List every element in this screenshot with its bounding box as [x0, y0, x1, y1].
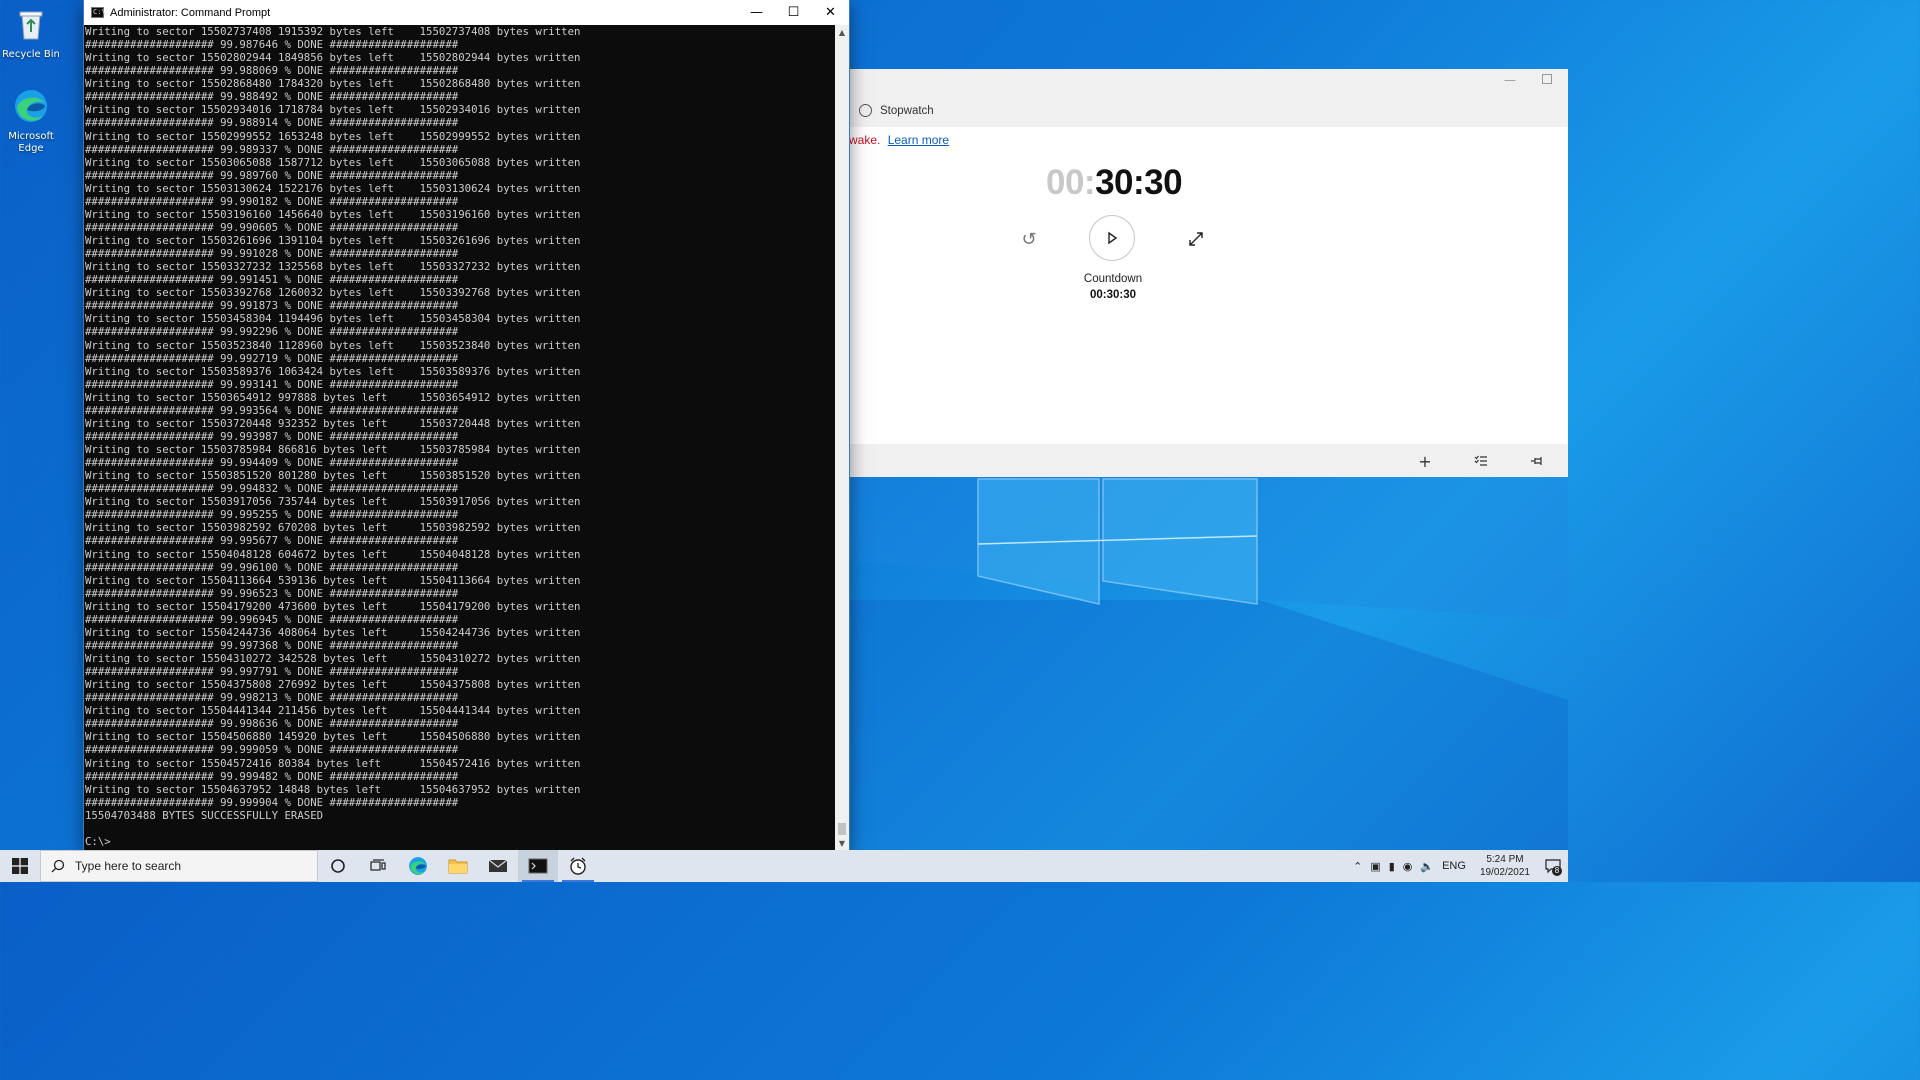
checklist-icon	[1474, 455, 1487, 466]
maximize-icon: ☐	[787, 5, 800, 20]
taskbar-search-box[interactable]: Type here to search	[40, 850, 318, 882]
expand-icon	[1189, 232, 1203, 246]
desktop-icon-label: Microsoft Edge	[8, 131, 54, 154]
edit-timers-button[interactable]	[1469, 451, 1493, 471]
recycle-bin-icon	[19, 11, 43, 40]
cmd-app-icon: C:\	[91, 7, 106, 18]
keep-awake-notice: wake. Learn more	[849, 133, 949, 147]
cortana-button[interactable]	[318, 850, 358, 882]
system-tray: ⌃ ▣ ▮ ◉ 🔈 ENG 5:24 PM 19/02/2021 8	[1349, 850, 1568, 882]
pin-button[interactable]	[1525, 451, 1549, 471]
desktop-icon-label: Recycle Bin	[2, 49, 60, 60]
timer-value: 00:30:30	[1089, 289, 1137, 301]
close-icon: ✕	[825, 5, 836, 20]
scroll-up-icon[interactable]: ▲	[835, 25, 849, 39]
alarms-clock-window: — Stopwatch wake. Learn more 00:30:30 ↺ …	[849, 69, 1568, 477]
tab-stopwatch-label: Stopwatch	[880, 104, 934, 117]
windows-logo-wallpaper	[977, 478, 1258, 605]
action-center-button[interactable]: 8	[1538, 850, 1568, 882]
taskbar: Type here to search ⌃ ▣ ▮ ◉ 🔈 ENG 5:24 P…	[0, 850, 1568, 882]
cmd-minimize-button[interactable]: —	[738, 0, 775, 25]
clock-title-bar: — Stopwatch	[849, 69, 1568, 127]
clock-maximize-button[interactable]	[1542, 74, 1552, 84]
cmd-icon	[528, 858, 548, 874]
cmd-console-output[interactable]: Writing to sector 15502737408 1915392 by…	[84, 25, 835, 850]
reset-button[interactable]: ↺	[1019, 228, 1039, 250]
notification-count-badge: 8	[1552, 866, 1562, 876]
meet-now-icon[interactable]: ▣	[1370, 860, 1380, 873]
mail-icon	[488, 859, 508, 872]
cmd-close-button[interactable]: ✕	[812, 0, 849, 25]
desktop-icon-recycle-bin[interactable]: Recycle Bin	[0, 6, 62, 61]
timer-name: Countdown	[1083, 273, 1143, 285]
alarm-clock-icon	[570, 857, 586, 875]
timer-display: 00:30:30	[1046, 163, 1183, 203]
folder-icon	[448, 859, 468, 874]
taskbar-clock[interactable]: 5:24 PM 19/02/2021	[1480, 853, 1530, 879]
task-view-icon	[370, 859, 386, 871]
cmd-window-title: Administrator: Command Prompt	[110, 6, 271, 19]
desktop-icon-edge[interactable]: Microsoft Edge	[0, 88, 62, 155]
expand-button[interactable]	[1186, 229, 1206, 249]
taskbar-file-explorer-button[interactable]	[438, 850, 478, 882]
volume-icon[interactable]: 🔈	[1420, 860, 1434, 873]
play-button[interactable]	[1089, 215, 1135, 261]
taskbar-date: 19/02/2021	[1479, 867, 1530, 878]
cmd-scrollbar[interactable]: ▲ ▼	[835, 25, 849, 850]
task-view-button[interactable]	[358, 850, 398, 882]
timer-hours: 00:	[1046, 163, 1096, 202]
windows-start-icon	[12, 858, 28, 874]
stopwatch-icon	[859, 104, 872, 117]
taskbar-edge-button[interactable]	[398, 850, 438, 882]
taskbar-mail-button[interactable]	[478, 850, 518, 882]
add-timer-button[interactable]: +	[1413, 451, 1437, 471]
plus-icon: +	[1418, 451, 1432, 471]
reset-icon: ↺	[1021, 228, 1037, 250]
pin-icon	[1531, 457, 1542, 465]
input-language[interactable]: ENG	[1442, 860, 1466, 872]
cmd-window-controls: — ☐ ✕	[738, 0, 849, 25]
play-icon	[1108, 231, 1118, 245]
show-hidden-icons-button[interactable]: ⌃	[1353, 860, 1362, 873]
search-icon	[51, 859, 65, 873]
scroll-thumb[interactable]	[838, 823, 846, 835]
taskbar-alarms-clock-button[interactable]	[558, 850, 598, 882]
tab-stopwatch[interactable]: Stopwatch	[859, 104, 934, 117]
edge-icon	[409, 857, 427, 875]
start-button[interactable]	[0, 850, 40, 882]
command-prompt-window: C:\ Administrator: Command Prompt — ☐ ✕ …	[84, 0, 849, 850]
cortana-icon	[331, 859, 345, 873]
scroll-down-icon[interactable]: ▼	[835, 836, 849, 850]
console-text: Writing to sector 15502737408 1915392 by…	[85, 25, 581, 848]
timer-minutes-seconds: 30:30	[1095, 163, 1183, 202]
taskbar-time: 5:24 PM	[1486, 854, 1524, 865]
active-indicator	[562, 880, 594, 882]
cmd-title-bar[interactable]: C:\ Administrator: Command Prompt — ☐ ✕	[84, 0, 849, 25]
search-placeholder: Type here to search	[75, 859, 182, 873]
taskbar-cmd-button[interactable]	[518, 850, 558, 882]
battery-icon[interactable]: ▮	[1389, 860, 1395, 873]
cmd-maximize-button[interactable]: ☐	[775, 0, 812, 25]
minimize-icon: —	[750, 5, 763, 20]
active-indicator	[522, 880, 554, 882]
learn-more-link[interactable]: Learn more	[888, 133, 949, 147]
clock-command-bar: +	[849, 444, 1568, 477]
edge-icon	[15, 90, 47, 122]
notice-text: wake.	[849, 133, 881, 147]
clock-minimize-button[interactable]: —	[1504, 73, 1516, 87]
network-icon[interactable]: ◉	[1403, 860, 1413, 873]
